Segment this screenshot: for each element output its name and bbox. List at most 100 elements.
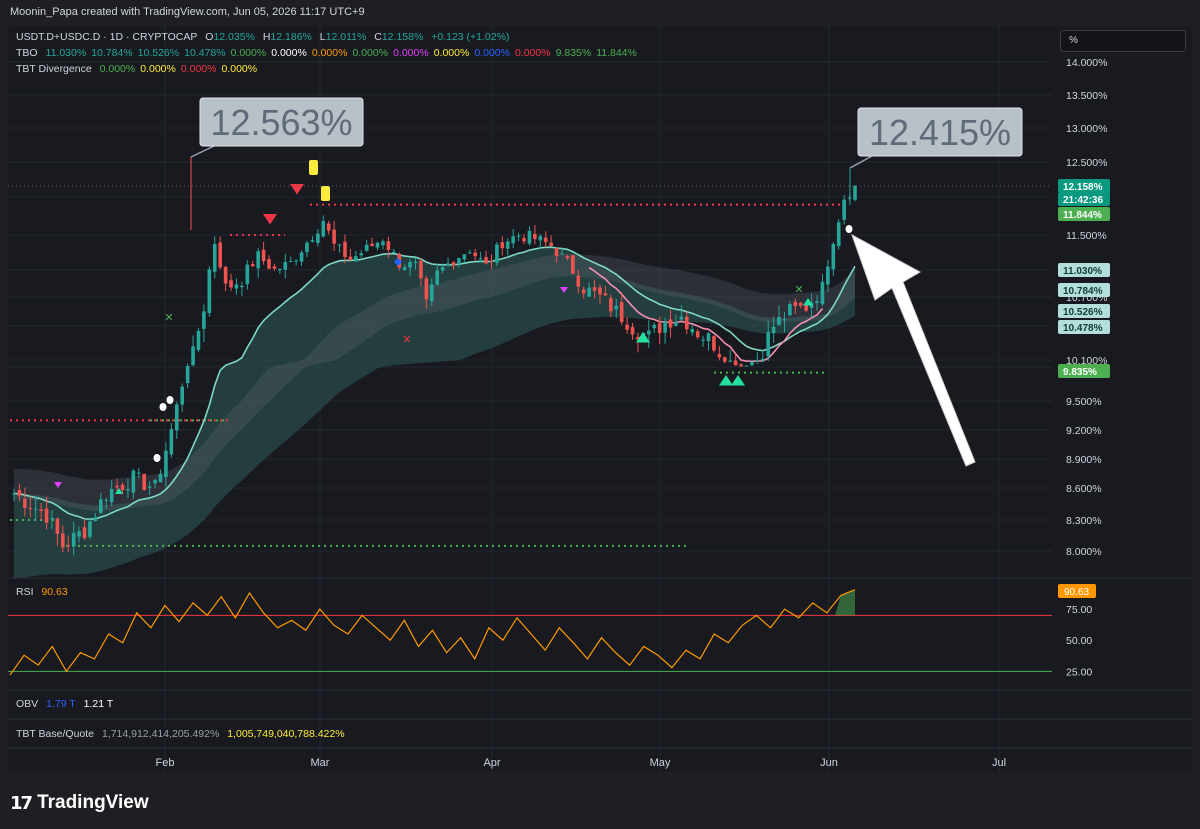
candle-body xyxy=(174,404,179,431)
candle-body xyxy=(788,304,792,316)
price-axis-tick: 14.000% xyxy=(1066,57,1107,69)
legend-tbo-row[interactable]: TBO 11.030% 10.784% 10.526% 10.478% 0.000% 0.… xyxy=(16,47,642,59)
legend-tbtbq-row[interactable]: TBT Base/Quote 1,714,912,414,205.492% 1,… xyxy=(16,728,350,740)
candle-body xyxy=(310,240,315,242)
candle-body xyxy=(207,269,212,314)
price-axis-tick: 8.000% xyxy=(1066,546,1102,558)
candle-body xyxy=(169,429,174,455)
candle-body xyxy=(522,238,526,242)
candle-body xyxy=(202,311,206,329)
legend-tbt-row[interactable]: TBT Divergence 0.000% 0.000% 0.000% 0.000% xyxy=(16,63,262,75)
candle-body xyxy=(131,470,136,493)
candle-body xyxy=(614,305,619,310)
candle-body xyxy=(305,242,309,253)
candle-body xyxy=(364,244,369,251)
ohlc-close: C12.158% xyxy=(374,31,424,43)
candle-body xyxy=(500,242,505,249)
price-chart[interactable]: ✕ ✕ ✕ 12.563% 12.415% 14.000% 13.500% 13.000% 12… xyxy=(0,0,1200,829)
candle-body xyxy=(782,319,787,321)
candle-body xyxy=(332,229,336,244)
candle-body xyxy=(82,527,87,539)
candle-body xyxy=(272,266,277,269)
candle-body xyxy=(316,233,320,243)
candle-body xyxy=(478,258,483,260)
candle-body xyxy=(511,236,515,244)
buy-signal-marker xyxy=(719,375,733,386)
rsi-tag-label: 90.63 xyxy=(1064,587,1089,598)
candle-body xyxy=(61,533,65,548)
price-tag-label: 9.835% xyxy=(1063,367,1097,378)
tbt-value-4: 0.000% xyxy=(221,63,258,75)
candle-body xyxy=(120,484,125,490)
candle-body xyxy=(679,316,684,320)
price-axis-tick: 8.300% xyxy=(1066,515,1102,527)
candle-body xyxy=(739,364,743,367)
candle-body xyxy=(99,499,103,514)
rsi-axis-tick: 75.00 xyxy=(1066,604,1092,616)
tbo-value-6: 0.000% xyxy=(271,47,307,59)
candle-body xyxy=(50,518,54,520)
obv-value-2: 1.21 T xyxy=(83,698,114,710)
candle-body xyxy=(392,251,396,253)
candle-body xyxy=(826,266,830,285)
candle-body xyxy=(798,302,803,306)
candle-body xyxy=(93,517,98,522)
candle-body xyxy=(598,287,602,295)
white-dot-marker xyxy=(153,454,161,462)
tbo-label: TBO xyxy=(16,47,38,59)
rsi-value: 90.63 xyxy=(41,586,68,598)
candle-body xyxy=(733,360,738,366)
candle-body xyxy=(467,252,472,254)
candle-body xyxy=(66,545,71,547)
candle-body xyxy=(115,485,119,488)
candle-body xyxy=(109,488,114,503)
candle-body xyxy=(755,360,760,362)
candle-body xyxy=(440,267,445,271)
candle-body xyxy=(744,365,749,367)
legend-symbol-row: USDT.D+USDC.D · 1D · CRYPTOCAP O12.035% … xyxy=(16,31,514,43)
legend-rsi-row[interactable]: RSI 90.63 xyxy=(16,586,73,598)
candle-body xyxy=(240,285,244,288)
candle-body xyxy=(267,258,271,269)
symbol-label: USDT.D+USDC.D · 1D · CRYPTOCAP xyxy=(16,31,198,43)
candle-body xyxy=(348,256,353,261)
tradingview-logo[interactable]: 17 TradingView xyxy=(10,792,149,814)
candle-body xyxy=(831,243,836,270)
candle-body xyxy=(28,507,33,509)
candle-body xyxy=(234,284,239,289)
candle-body xyxy=(136,472,141,474)
candle-body xyxy=(408,261,412,268)
time-axis-tick: Jul xyxy=(992,757,1006,769)
candle-body xyxy=(836,222,841,247)
candle-body xyxy=(706,333,711,342)
time-axis-tick: Jun xyxy=(820,757,838,769)
candle-body xyxy=(147,486,152,488)
candle-body xyxy=(771,326,776,334)
rsi-label: RSI xyxy=(16,586,34,598)
candle-body xyxy=(592,287,597,291)
legend-obv-row[interactable]: OBV 1.79 T 1.21 T xyxy=(16,698,118,710)
candle-body xyxy=(343,241,347,258)
tbt-value-2: 0.000% xyxy=(140,63,176,75)
candle-body xyxy=(473,252,477,257)
scale-unit-box[interactable]: % xyxy=(1060,30,1186,52)
candle-body xyxy=(370,243,374,247)
white-dot-marker xyxy=(159,403,167,411)
price-axis-tick: 9.200% xyxy=(1066,425,1102,437)
candle-body xyxy=(533,233,537,240)
time-axis: Feb Mar Apr May Jun Jul xyxy=(156,757,1007,769)
candle-body xyxy=(538,236,543,241)
candle-body xyxy=(581,289,586,294)
candle-body xyxy=(484,257,488,264)
tbo-value-11: 0.000% xyxy=(474,47,510,59)
candle-body xyxy=(543,237,548,243)
candle-body xyxy=(164,450,168,477)
tbt-value-3: 0.000% xyxy=(180,63,217,75)
price-axis-tick: 12.500% xyxy=(1066,157,1107,169)
candle-body xyxy=(386,241,391,250)
candle-body xyxy=(668,319,673,328)
time-axis-tick: Apr xyxy=(483,757,500,769)
candle-body xyxy=(457,258,461,265)
tbo-value-13: 9.835% xyxy=(555,47,592,59)
candle-body xyxy=(549,242,553,246)
